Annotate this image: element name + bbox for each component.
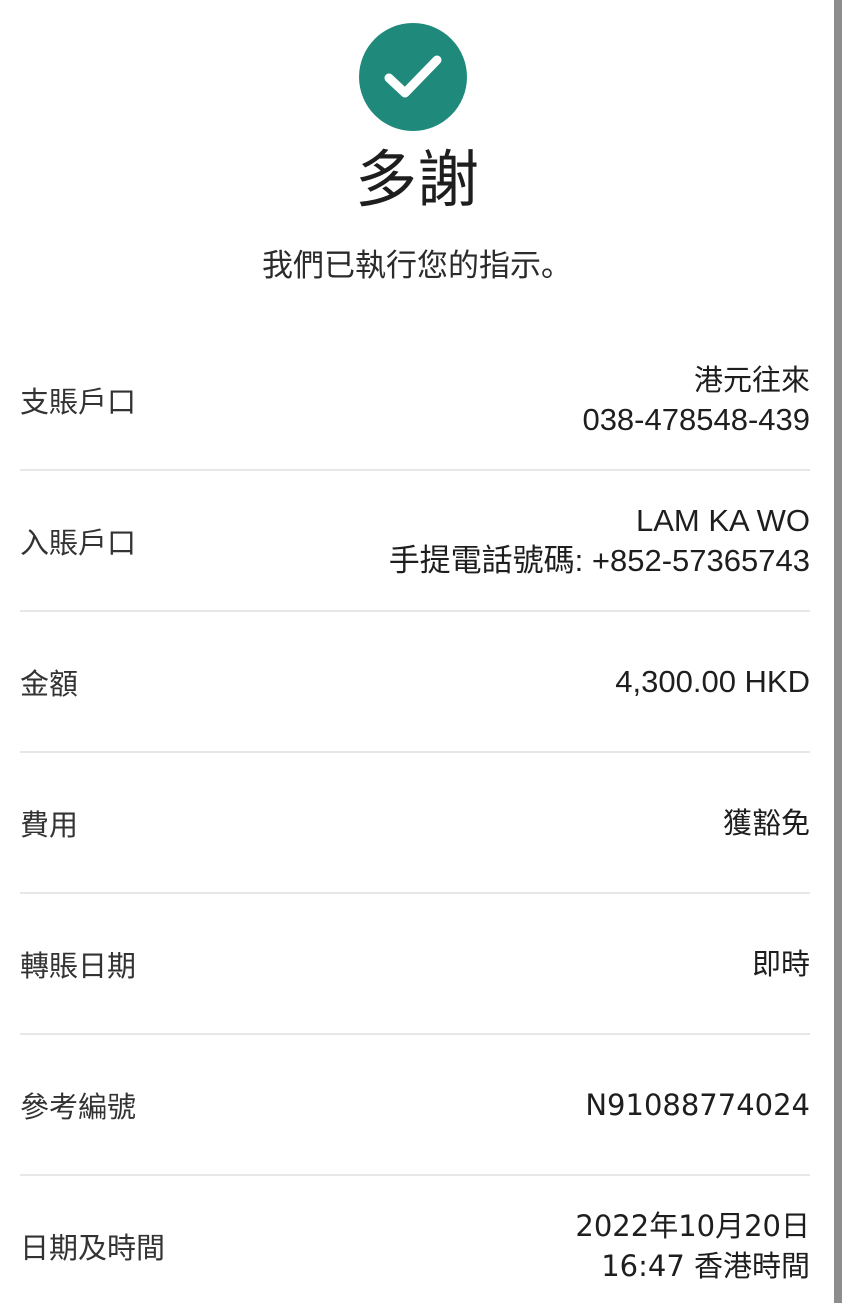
payee-name: LAM KA WO: [636, 502, 810, 538]
amount-value: 4,300.00 HKD: [615, 662, 810, 702]
debit-account-label: 支賬戶口: [20, 384, 137, 419]
transaction-details: 支賬戶口 港元往來 038-478548-439 入賬戶口 LAM KA WO …: [20, 330, 810, 1303]
reference-label: 參考編號: [20, 1089, 137, 1124]
detail-row-fee: 費用 獲豁免: [20, 753, 810, 894]
scrollbar-track: [834, 0, 842, 1303]
datetime-time: 16:47 香港時間: [601, 1248, 810, 1283]
datetime-value: 2022年10月20日 16:47 香港時間: [575, 1206, 810, 1286]
credit-account-value: LAM KA WO 手提電話號碼: +852-57365743: [389, 501, 810, 581]
debit-account-number: 038-478548-439: [582, 401, 810, 437]
payee-phone: 手提電話號碼: +852-57365743: [388, 542, 810, 578]
reference-value: N91088774024: [585, 1085, 810, 1125]
detail-row-amount: 金額 4,300.00 HKD: [20, 612, 810, 753]
detail-row-debit-account: 支賬戶口 港元往來 038-478548-439: [20, 330, 810, 471]
check-circle-icon: [359, 23, 467, 131]
detail-row-datetime: 日期及時間 2022年10月20日 16:47 香港時間: [20, 1176, 810, 1303]
fee-value: 獲豁免: [723, 803, 810, 843]
transfer-date-value: 即時: [752, 944, 810, 984]
detail-row-transfer-date: 轉賬日期 即時: [20, 894, 810, 1035]
datetime-date: 2022年10月20日: [575, 1208, 810, 1243]
fee-label: 費用: [20, 807, 79, 842]
checkmark-icon: [384, 55, 442, 98]
debit-account-type: 港元往來: [693, 362, 810, 397]
datetime-label: 日期及時間: [20, 1230, 166, 1265]
amount-label: 金額: [20, 666, 79, 701]
transfer-date-text: 即時: [751, 946, 810, 981]
detail-row-reference: 參考編號 N91088774024: [20, 1035, 810, 1176]
credit-account-label: 入賬戶口: [20, 525, 137, 560]
transfer-date-label: 轉賬日期: [20, 948, 137, 983]
confirmation-message: 我們已執行您的指示。: [262, 248, 572, 284]
amount-text: 4,300.00 HKD: [615, 663, 810, 699]
page-title: 多謝: [354, 143, 479, 216]
detail-row-credit-account: 入賬戶口 LAM KA WO 手提電話號碼: +852-57365743: [20, 471, 810, 612]
transfer-confirmation-page: 多謝 我們已執行您的指示。 支賬戶口 港元往來 038-478548-439 入…: [0, 0, 842, 1303]
fee-text: 獲豁免: [722, 805, 810, 840]
debit-account-value: 港元往來 038-478548-439: [582, 360, 810, 440]
reference-number: N91088774024: [585, 1087, 810, 1122]
